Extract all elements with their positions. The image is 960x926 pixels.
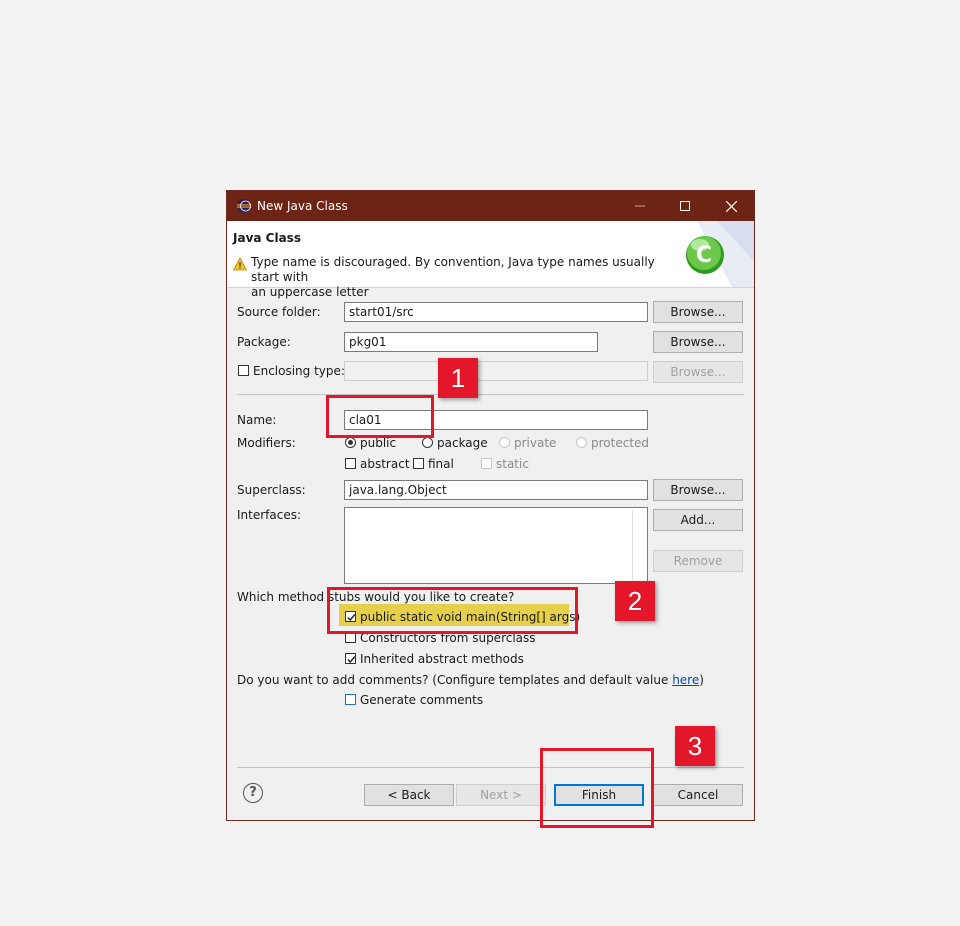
inherited-methods-checkbox-label: Inherited abstract methods xyxy=(360,652,524,666)
enclosing-type-label: Enclosing type: xyxy=(253,364,345,378)
public-radio[interactable] xyxy=(345,437,356,448)
static-checkbox xyxy=(481,458,492,469)
name-label: Name: xyxy=(237,413,277,427)
title-bar: New Java Class xyxy=(227,191,754,221)
browse-superclass-button[interactable]: Browse... xyxy=(653,479,743,501)
cancel-button[interactable]: Cancel xyxy=(653,784,743,806)
protected-radio xyxy=(576,437,587,448)
package-radio[interactable] xyxy=(422,437,433,448)
public-radio-label: public xyxy=(360,436,397,450)
modifiers-label: Modifiers: xyxy=(237,436,296,450)
generate-comments-label: Generate comments xyxy=(360,693,484,707)
close-button[interactable] xyxy=(708,191,754,221)
eclipse-icon xyxy=(237,199,251,213)
interfaces-list[interactable] xyxy=(344,507,648,584)
inherited-methods-checkbox[interactable] xyxy=(345,653,356,664)
maximize-icon xyxy=(680,201,690,211)
package-radio-label: package xyxy=(437,436,488,450)
back-button[interactable]: < Back xyxy=(364,784,454,806)
next-button: Next > xyxy=(456,784,546,806)
separator xyxy=(237,394,744,395)
static-checkbox-label: static xyxy=(496,457,529,471)
generate-comments-checkbox[interactable] xyxy=(345,694,356,705)
wizard-heading: Java Class xyxy=(233,231,301,245)
protected-radio-label: protected xyxy=(591,436,650,450)
final-checkbox-label: final xyxy=(428,457,454,471)
interfaces-label: Interfaces: xyxy=(237,508,302,522)
abstract-checkbox-label: abstract xyxy=(360,457,410,471)
enclosing-type-field xyxy=(344,361,648,381)
annotation-badge-1: 1 xyxy=(438,358,478,398)
abstract-checkbox[interactable] xyxy=(345,458,356,469)
minimize-button[interactable] xyxy=(617,191,663,221)
browse-enclosing-type-button: Browse... xyxy=(653,361,743,383)
annotation-badge-2: 2 xyxy=(615,581,655,621)
annotation-box-2 xyxy=(327,587,578,634)
java-class-wizard-icon: C xyxy=(686,221,754,287)
help-icon[interactable]: ? xyxy=(243,783,263,803)
add-interface-button[interactable]: Add... xyxy=(653,509,743,531)
wizard-banner: Java Class Type name is discouraged. By … xyxy=(227,221,754,299)
annotation-box-3 xyxy=(540,748,654,828)
package-label: Package: xyxy=(237,335,291,349)
close-icon xyxy=(725,200,737,212)
browse-source-folder-button[interactable]: Browse... xyxy=(653,301,743,323)
warning-icon xyxy=(233,257,247,271)
maximize-button[interactable] xyxy=(662,191,708,221)
configure-templates-link[interactable]: here xyxy=(672,673,699,687)
svg-text:C: C xyxy=(696,243,712,268)
comments-question: Do you want to add comments? (Configure … xyxy=(237,673,704,687)
superclass-field[interactable]: java.lang.Object xyxy=(344,480,648,500)
annotation-badge-3: 3 xyxy=(675,726,715,766)
superclass-label: Superclass: xyxy=(237,483,306,497)
source-folder-label: Source folder: xyxy=(237,305,321,319)
private-radio-label: private xyxy=(514,436,557,450)
source-folder-field[interactable]: start01/src xyxy=(344,302,648,322)
private-radio xyxy=(499,437,510,448)
browse-package-button[interactable]: Browse... xyxy=(653,331,743,353)
footer-separator xyxy=(237,767,744,768)
package-field[interactable]: pkg01 xyxy=(344,332,598,352)
remove-interface-button: Remove xyxy=(653,550,743,572)
enclosing-type-checkbox[interactable] xyxy=(238,365,249,376)
final-checkbox[interactable] xyxy=(413,458,424,469)
warning-message: Type name is discouraged. By convention,… xyxy=(251,255,655,299)
annotation-box-1 xyxy=(326,395,434,438)
minimize-icon xyxy=(635,205,645,207)
window-title: New Java Class xyxy=(257,199,348,213)
